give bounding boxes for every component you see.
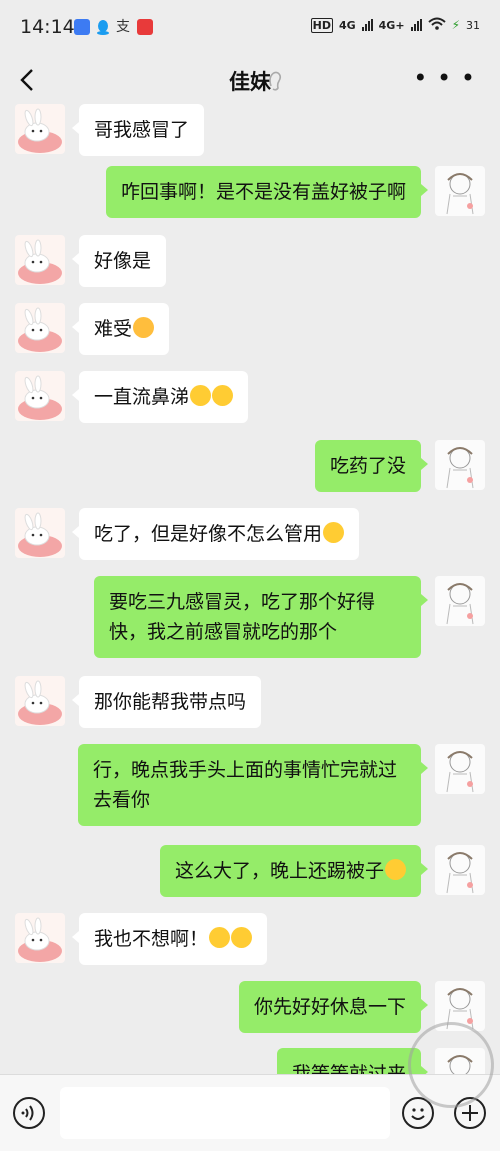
message-text: 你先好好休息一下 [253,996,406,1018]
message-bubble[interactable]: 这么大了，晚上还踢被子 [159,845,429,897]
message-bubble[interactable]: 行，晚点我手头上面的事情忙完就过去看你 [78,744,428,826]
sad-emoji-icon [133,317,155,338]
status-indicators: HD 4G 4G+ ⚡ 31 [310,17,480,33]
signal-4g-label: 4G [338,18,356,32]
my-avatar[interactable] [435,576,485,626]
message-bubble[interactable]: 我等等就过来 [276,1048,429,1074]
smile-emoji-icon [212,385,234,406]
contact-avatar[interactable] [15,371,65,421]
app-badge-icon [137,19,153,35]
message-bubble[interactable]: 要吃三九感冒灵，吃了那个好得快，我之前感冒就吃的那个 [94,576,428,658]
contact-avatar[interactable] [15,508,65,558]
message-bubble[interactable]: 好像是 [71,235,167,287]
message-text: 要吃三九感冒灵，吃了那个好得快，我之前感冒就吃的那个 [109,591,376,643]
message-bubble[interactable]: 哥我感冒了 [71,104,205,156]
chat-header: 佳妹 • • • [0,56,500,104]
contact-avatar[interactable] [15,104,65,154]
more-icon[interactable]: • • • [413,66,476,90]
message-text: 哥我感冒了 [94,119,190,141]
message-bubble[interactable]: 你先好好休息一下 [238,981,429,1033]
message-text: 一直流鼻涕 [94,386,190,408]
message-text: 吃药了没 [329,455,406,477]
message-text: 好像是 [94,250,152,272]
message-list[interactable]: 哥我感冒了 咋回事啊！是不是没有盖好被子啊 好像是 难受 一直流鼻涕 吃药了没 … [0,104,500,1074]
smile-emoji-icon [231,927,253,948]
qq-icon [95,19,111,35]
message-bubble[interactable]: 吃药了没 [314,440,429,492]
my-avatar[interactable] [435,440,485,490]
contact-avatar[interactable] [15,235,65,285]
message-input[interactable] [60,1087,390,1139]
wifi-icon [427,17,446,33]
message-bubble[interactable]: 一直流鼻涕 [71,371,249,423]
message-text: 咋回事啊！是不是没有盖好被子啊 [120,181,406,203]
app-notification-icon [74,19,90,35]
voice-icon[interactable] [13,1097,45,1129]
hd-label: HD [310,17,333,33]
smile-emoji-icon [209,927,231,948]
signal-bars-icon [361,19,373,31]
my-avatar[interactable] [435,166,485,216]
message-text: 行，晚点我手头上面的事情忙完就过去看你 [93,759,398,811]
message-text: 我等等就过来 [291,1063,406,1074]
message-bubble[interactable]: 那你能帮我带点吗 [71,676,262,728]
my-avatar[interactable] [435,744,485,794]
message-bubble[interactable]: 吃了，但是好像不怎么管用 [71,508,360,560]
signal-bars-icon [410,19,422,31]
status-time: 14:14 [20,16,75,38]
message-bubble[interactable]: 咋回事啊！是不是没有盖好被子啊 [105,166,429,218]
battery-level: 31 [466,18,480,32]
ear-mode-icon [267,70,283,96]
message-text: 这么大了，晚上还踢被子 [174,860,384,882]
alipay-icon: 支 [116,19,130,35]
status-bar: 14:14 支 HD 4G 4G+ ⚡ 31 [0,0,500,56]
contact-avatar[interactable] [15,303,65,353]
message-text: 难受 [94,318,133,340]
battery-icon: ⚡ [451,18,460,32]
signal-4gplus-label: 4G+ [378,18,405,32]
thinking-emoji-icon [323,522,345,543]
my-avatar[interactable] [435,845,485,895]
message-bubble[interactable]: 我也不想啊！ [71,913,268,965]
contact-avatar[interactable] [15,676,65,726]
contact-avatar[interactable] [15,913,65,963]
smile-emoji-icon [190,385,212,406]
message-text: 那你能帮我带点吗 [94,691,247,713]
message-bubble[interactable]: 难受 [71,303,170,355]
sweat-emoji-icon [385,859,406,880]
message-text: 我也不想啊！ [94,928,209,950]
message-text: 吃了，但是好像不怎么管用 [94,523,323,545]
